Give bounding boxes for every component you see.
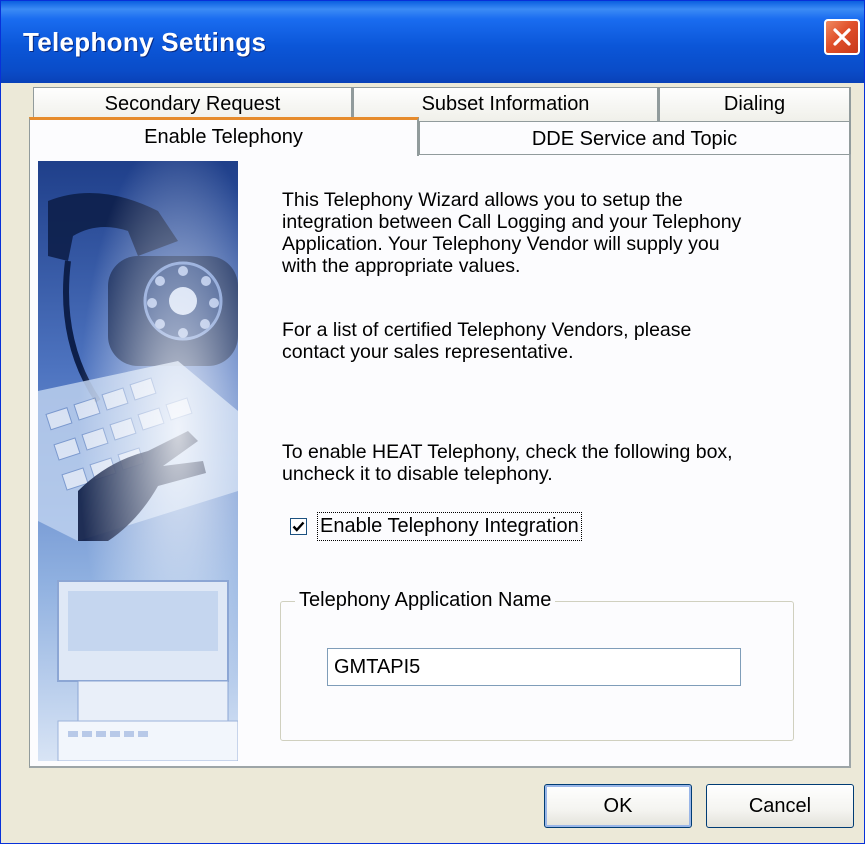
title-bar[interactable]: Telephony Settings — [1, 1, 864, 83]
intro-line: with the appropriate values. — [282, 255, 521, 277]
tab-label: DDE Service and Topic — [531, 128, 738, 150]
intro-text: This Telephony Wizard allows you to setu… — [282, 189, 822, 277]
tab-label: Dialing — [723, 93, 786, 115]
vendors-text: For a list of certified Telephony Vendor… — [282, 319, 822, 363]
computer-illustration — [57, 580, 238, 761]
tab-secondary-request[interactable]: Secondary Request — [33, 87, 353, 121]
enable-line: To enable HEAT Telephony, check the foll… — [282, 441, 733, 463]
tab-label: Enable Telephony — [144, 126, 303, 148]
tab-enable-telephony[interactable]: Enable Telephony — [29, 117, 419, 156]
tab-subset-information[interactable]: Subset Information — [353, 87, 659, 121]
intro-line: integration between Call Logging and you… — [282, 211, 742, 233]
telephony-settings-dialog: Telephony Settings Secondary Request Sub… — [0, 0, 865, 844]
telephony-application-name-group: Telephony Application Name — [280, 589, 794, 741]
enable-line: uncheck it to disable telephony. — [282, 463, 553, 485]
wizard-illustration — [38, 161, 238, 761]
cancel-button[interactable]: Cancel — [706, 784, 854, 828]
close-button[interactable] — [824, 19, 860, 55]
vendors-line: contact your sales representative. — [282, 341, 574, 363]
enable-telephony-checkbox-row[interactable]: Enable Telephony Integration — [290, 511, 582, 541]
tab-panel: This Telephony Wizard allows you to setu… — [29, 154, 851, 768]
group-legend: Telephony Application Name — [295, 589, 556, 612]
checkmark-icon — [292, 521, 305, 532]
ok-button[interactable]: OK — [544, 784, 692, 828]
enable-telephony-checkbox[interactable] — [290, 517, 307, 535]
vendors-line: For a list of certified Telephony Vendor… — [282, 319, 692, 341]
window-title: Telephony Settings — [23, 27, 267, 57]
intro-line: This Telephony Wizard allows you to setu… — [282, 189, 683, 211]
tab-label: Subset Information — [421, 93, 590, 115]
enable-telephony-checkbox-label[interactable]: Enable Telephony Integration — [317, 511, 582, 541]
tab-label: Secondary Request — [104, 93, 281, 115]
enable-instructions-text: To enable HEAT Telephony, check the foll… — [282, 441, 822, 485]
telephony-application-name-input[interactable] — [327, 648, 741, 686]
tab-dialing[interactable]: Dialing — [659, 87, 851, 121]
tab-dde-service-and-topic[interactable]: DDE Service and Topic — [419, 121, 851, 155]
close-icon — [833, 28, 851, 46]
intro-line: Application. Your Telephony Vendor will … — [282, 233, 720, 255]
